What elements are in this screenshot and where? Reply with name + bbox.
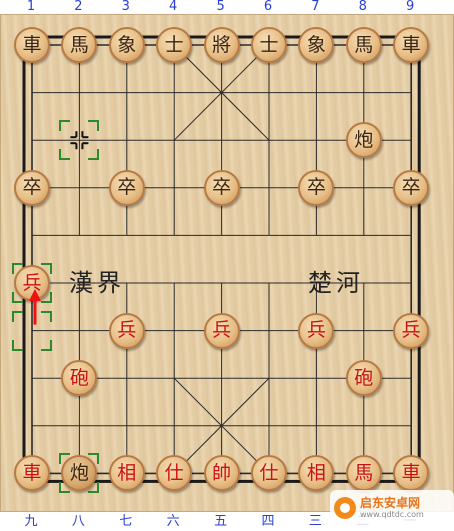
file-number-bottom: 九 xyxy=(24,514,38,529)
file-number-top: 8 xyxy=(358,0,367,14)
file-number-bottom: 八 xyxy=(71,514,85,529)
file-number-bottom: 三 xyxy=(308,514,322,529)
watermark-logo-icon xyxy=(334,497,356,519)
file-number-top: 9 xyxy=(406,0,415,14)
move-arrow-layer xyxy=(29,289,41,325)
xiangqi-board[interactable]: 漢界 楚河 車馬象士將士象馬車炮卒卒卒卒卒兵兵兵兵兵砲砲車炮相仕帥仕相馬車 xyxy=(0,14,454,512)
file-number-top: 5 xyxy=(216,0,225,14)
watermark-url: www.qdtdc.com xyxy=(360,510,424,519)
file-number-top: 6 xyxy=(263,0,273,14)
file-number-bottom: 六 xyxy=(166,514,180,529)
file-number-bottom: 七 xyxy=(119,514,133,529)
file-number-top: 4 xyxy=(169,0,178,14)
file-number-bottom: 五 xyxy=(214,514,228,529)
file-number-top: 3 xyxy=(121,0,130,14)
watermark-title: 启东安卓网 xyxy=(360,496,421,510)
file-number-bottom: 四 xyxy=(261,514,275,529)
move-arrow-head-icon xyxy=(29,289,41,301)
file-number-top: 7 xyxy=(311,0,320,14)
watermark: 启东安卓网 www.qdtdc.com xyxy=(330,490,454,526)
file-number-top: 1 xyxy=(26,0,36,14)
file-number-top: 2 xyxy=(74,0,83,14)
